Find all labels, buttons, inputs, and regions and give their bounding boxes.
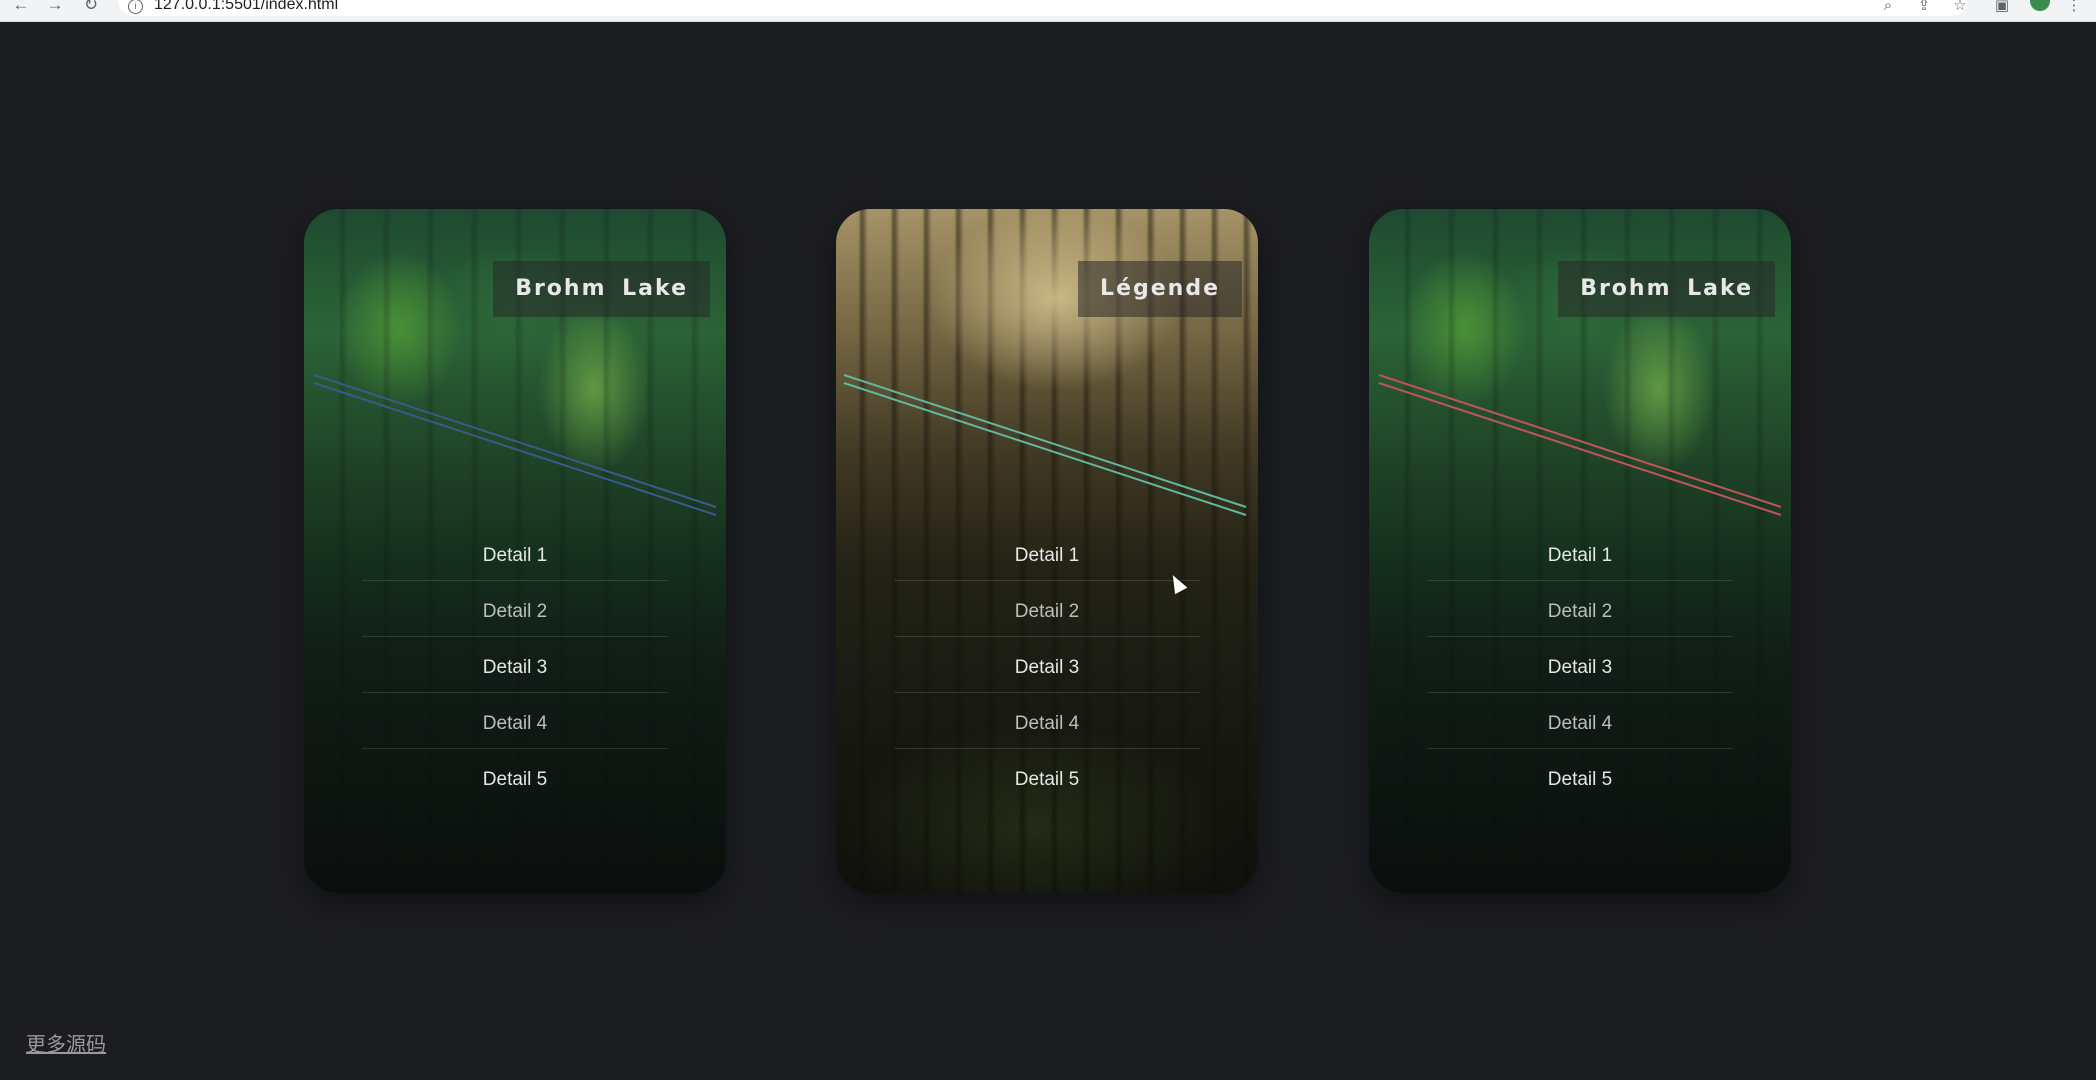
detail-item[interactable]: Detail 2 bbox=[894, 581, 1200, 637]
card-legende[interactable]: Légende Detail 1 Detail 2 Detail 3 Detai… bbox=[836, 209, 1258, 893]
detail-item[interactable]: Detail 3 bbox=[1427, 637, 1733, 693]
address-bar[interactable]: i 127.0.0.1:5501/index.html bbox=[118, 0, 1968, 16]
detail-item[interactable]: Detail 1 bbox=[362, 525, 668, 581]
detail-item[interactable]: Detail 5 bbox=[894, 749, 1200, 804]
detail-item[interactable]: Detail 5 bbox=[1427, 749, 1733, 804]
menu-icon[interactable]: ⋮ bbox=[2064, 0, 2084, 16]
detail-item[interactable]: Detail 4 bbox=[894, 693, 1200, 749]
accent-line-1 bbox=[843, 374, 1247, 508]
share-icon[interactable]: ⇪ bbox=[1914, 0, 1934, 16]
detail-item[interactable]: Detail 2 bbox=[1427, 581, 1733, 637]
star-icon[interactable]: ☆ bbox=[1950, 0, 1970, 16]
forward-icon[interactable]: → bbox=[44, 0, 66, 16]
card-brohm-lake-2[interactable]: Brohm Lake Detail 1 Detail 2 Detail 3 De… bbox=[1369, 209, 1791, 893]
profile-icon[interactable] bbox=[2030, 0, 2050, 11]
detail-item[interactable]: Detail 3 bbox=[362, 637, 668, 693]
detail-item[interactable]: Detail 1 bbox=[894, 525, 1200, 581]
sidebar-icon[interactable]: ▣ bbox=[1992, 0, 2012, 16]
detail-item[interactable]: Detail 3 bbox=[894, 637, 1200, 693]
card-caption: Brohm Lake bbox=[1558, 261, 1775, 317]
more-source-link[interactable]: 更多源码 bbox=[26, 1028, 106, 1057]
accent-line-2 bbox=[843, 382, 1247, 516]
back-icon[interactable]: ← bbox=[10, 0, 32, 16]
detail-list: Detail 1 Detail 2 Detail 3 Detail 4 Deta… bbox=[894, 525, 1200, 804]
accent-line-1 bbox=[1378, 374, 1782, 508]
card-caption: Brohm Lake bbox=[493, 261, 710, 317]
accent-line-2 bbox=[313, 382, 717, 516]
detail-list: Detail 1 Detail 2 Detail 3 Detail 4 Deta… bbox=[1427, 525, 1733, 804]
reload-icon[interactable]: ↻ bbox=[80, 0, 102, 16]
detail-item[interactable]: Detail 4 bbox=[362, 693, 668, 749]
detail-item[interactable]: Detail 4 bbox=[1427, 693, 1733, 749]
detail-item[interactable]: Detail 5 bbox=[362, 749, 668, 804]
detail-list: Detail 1 Detail 2 Detail 3 Detail 4 Deta… bbox=[362, 525, 668, 804]
accent-line-1 bbox=[313, 374, 717, 508]
card-caption: Légende bbox=[1078, 261, 1242, 317]
info-icon[interactable]: i bbox=[128, 0, 143, 14]
address-url[interactable]: 127.0.0.1:5501/index.html bbox=[154, 0, 338, 14]
accent-line-2 bbox=[1378, 382, 1782, 516]
browser-toolbar: ← → ↻ i 127.0.0.1:5501/index.html ⌕ ⇪ ☆ … bbox=[0, 0, 2096, 22]
card-brohm-lake-1[interactable]: Brohm Lake Detail 1 Detail 2 Detail 3 De… bbox=[304, 209, 726, 893]
detail-item[interactable]: Detail 2 bbox=[362, 581, 668, 637]
detail-item[interactable]: Detail 1 bbox=[1427, 525, 1733, 581]
zoom-icon[interactable]: ⌕ bbox=[1878, 0, 1898, 16]
